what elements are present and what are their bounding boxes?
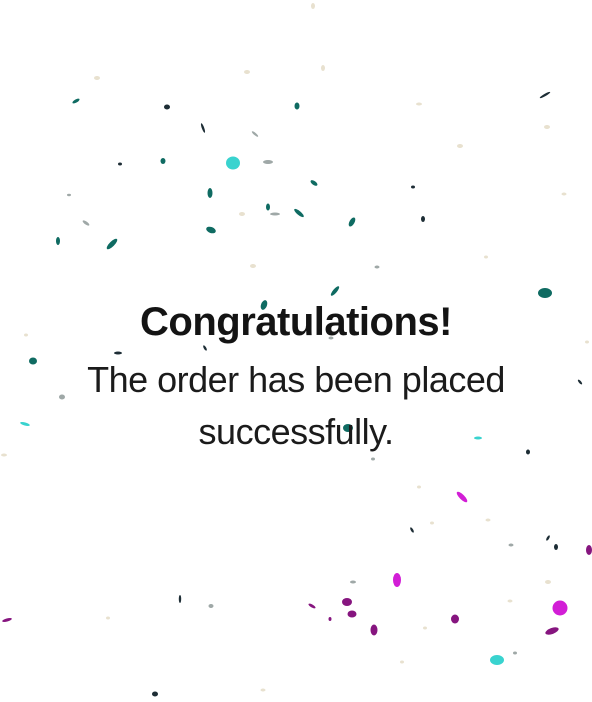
- confetti-piece: [421, 216, 425, 222]
- confetti-piece: [546, 535, 550, 541]
- confetti-piece: [311, 3, 315, 9]
- confetti-piece: [226, 156, 240, 170]
- confetti-piece: [270, 212, 280, 216]
- confetti-piece: [539, 91, 551, 99]
- confetti-piece: [561, 192, 567, 196]
- confetti-piece: [348, 217, 356, 227]
- confetti-piece: [342, 598, 352, 606]
- confetti-piece: [423, 626, 427, 630]
- confetti-piece: [208, 604, 214, 608]
- confetti-piece: [544, 125, 550, 129]
- confetti-piece: [118, 162, 122, 166]
- confetti-piece: [513, 651, 517, 655]
- confetti-piece: [485, 518, 491, 522]
- confetti-piece: [350, 580, 356, 584]
- confetti-piece: [552, 600, 568, 616]
- confetti-piece: [400, 660, 404, 664]
- confetti-piece: [2, 618, 12, 622]
- confetti-piece: [490, 655, 504, 665]
- confetti-piece: [374, 265, 380, 269]
- confetti-piece: [82, 220, 90, 226]
- confetti-piece: [251, 131, 259, 137]
- confetti-piece: [207, 188, 213, 198]
- confetti-piece: [200, 123, 206, 133]
- confetti-piece: [72, 98, 80, 104]
- confetti-piece: [586, 545, 592, 555]
- confetti-piece: [160, 158, 166, 164]
- confetti-piece: [416, 102, 422, 106]
- order-success-screen: Congratulations! The order has been plac…: [0, 0, 592, 702]
- confetti-piece: [244, 70, 250, 74]
- confetti-piece: [411, 185, 415, 189]
- confetti-piece: [152, 691, 158, 697]
- confetti-piece: [94, 76, 100, 80]
- confetti-piece: [206, 226, 216, 234]
- confetti-piece: [393, 573, 401, 587]
- confetti-piece: [106, 238, 118, 250]
- confetti-piece: [410, 527, 414, 533]
- confetti-piece: [321, 65, 325, 71]
- confetti-piece: [451, 614, 459, 624]
- confetti-piece: [484, 255, 488, 259]
- confetti-piece: [164, 104, 170, 110]
- order-placed-text: The order has been placed successfully.: [87, 359, 505, 452]
- confetti-piece: [106, 616, 110, 620]
- confetti-piece: [347, 610, 357, 618]
- confetti-piece: [310, 180, 318, 186]
- confetti-piece: [545, 580, 551, 584]
- confirmation-message: Congratulations! The order has been plac…: [0, 296, 592, 458]
- confetti-piece: [294, 208, 304, 218]
- confetti-piece: [67, 193, 71, 197]
- confetti-piece: [239, 212, 245, 216]
- confetti-piece: [308, 603, 316, 609]
- confetti-piece: [263, 160, 273, 164]
- confetti-piece: [178, 595, 182, 603]
- confetti-piece: [457, 144, 463, 148]
- confetti-piece: [294, 102, 300, 110]
- confetti-piece: [554, 544, 558, 550]
- confetti-piece: [507, 599, 513, 603]
- confetti-piece: [545, 627, 559, 635]
- confetti-piece: [370, 624, 378, 636]
- confetti-piece: [430, 521, 434, 525]
- congratulations-heading: Congratulations!: [140, 300, 452, 344]
- confetti-piece: [266, 203, 270, 211]
- confetti-piece: [260, 688, 266, 692]
- confetti-piece: [56, 237, 60, 245]
- confetti-piece: [250, 264, 256, 268]
- confetti-piece: [417, 485, 421, 489]
- confetti-piece: [508, 543, 514, 547]
- confetti-piece: [328, 617, 332, 621]
- confetti-piece: [456, 491, 468, 503]
